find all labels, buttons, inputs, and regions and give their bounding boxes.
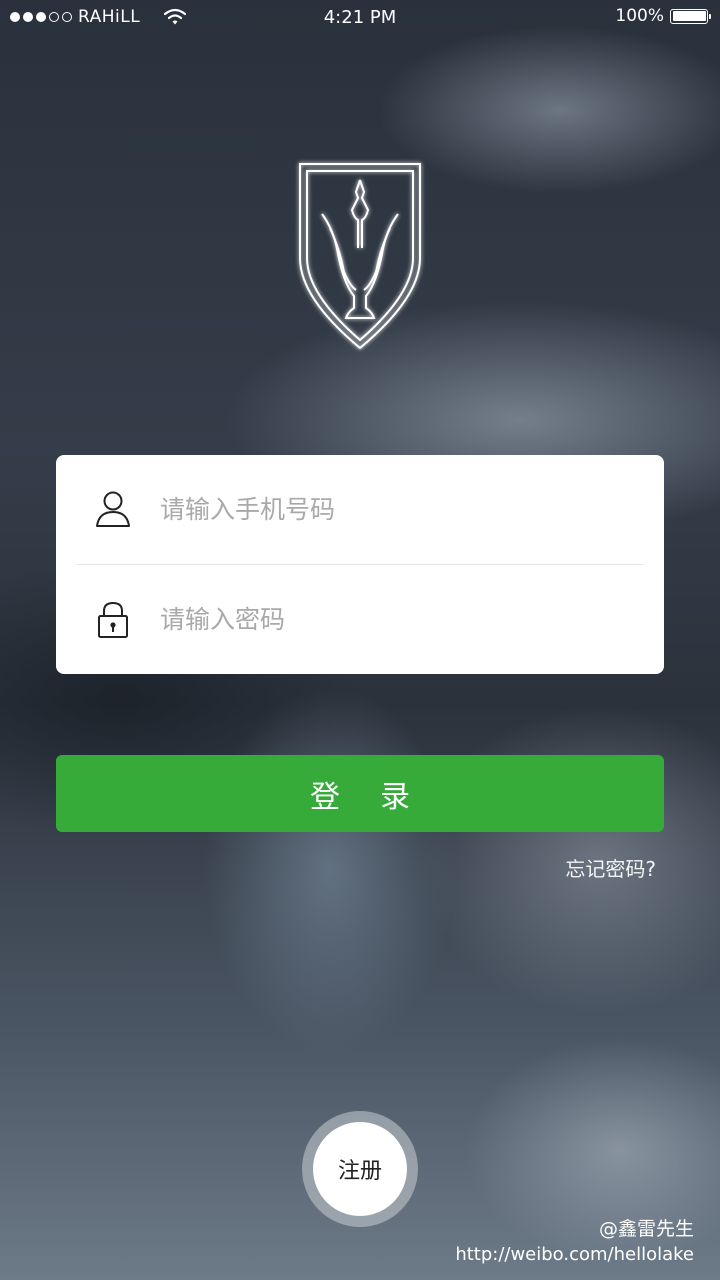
status-right: 100% [615,6,711,26]
watermark: @鑫雷先生 http://weibo.com/hellolake [455,1216,694,1268]
register-button[interactable]: 注册 [313,1122,407,1216]
password-input[interactable] [158,593,632,645]
login-button[interactable]: 登录 [56,755,664,832]
watermark-url: http://weibo.com/hellolake [455,1244,694,1265]
shield-trophy-logo [299,163,421,350]
login-form-card [56,455,664,674]
phone-field-row [56,455,664,563]
password-field-row [56,565,664,673]
status-time: 4:21 PM [323,7,397,28]
lock-icon [98,601,128,638]
battery-fill [672,11,706,21]
phone-input[interactable] [158,483,632,535]
forgot-password-link[interactable]: 忘记密码? [565,853,656,882]
battery-icon [670,8,711,24]
user-icon [96,491,130,527]
battery-percent: 100% [615,6,664,26]
status-bar: RAHiLL 4:21 PM 100% [0,0,720,36]
watermark-handle: @鑫雷先生 [598,1218,694,1240]
